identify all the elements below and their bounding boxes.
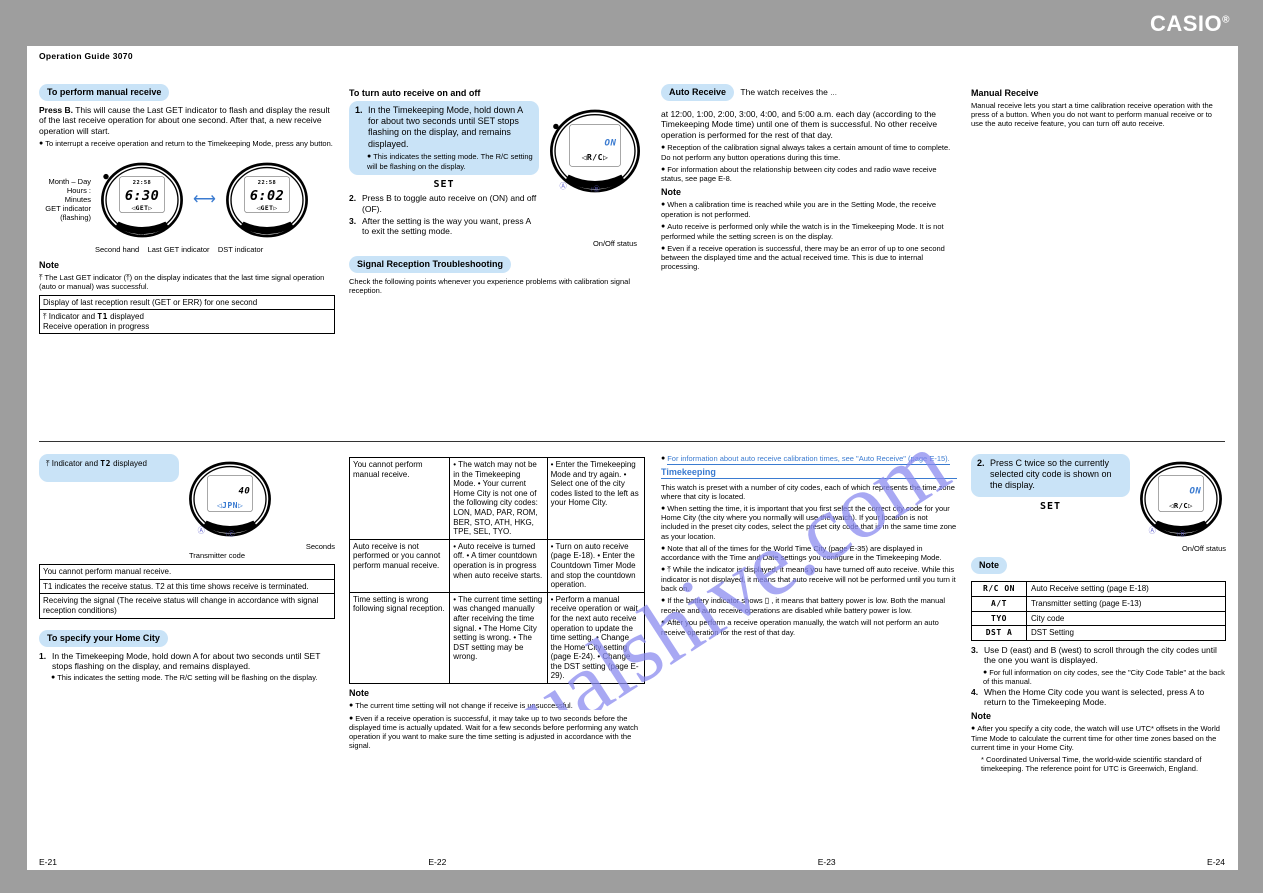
svg-text:◁R/C▷: ◁R/C▷ (582, 152, 609, 162)
b2-note-head: Note (349, 688, 645, 699)
c3-p1: at 12:00, 1:00, 2:00, 3:00, 4:00, and 5:… (661, 109, 957, 140)
c3-note-head: Note (661, 187, 957, 198)
manual-receive-head: Manual Receive (971, 88, 1226, 99)
svg-text:↑Ⓑ: ↑Ⓑ (1176, 530, 1186, 538)
page-numbers: E-21 E-22 E-23 E-24 (39, 857, 1225, 867)
settings-table: R/C ONAuto Receive setting (page E-18) A… (971, 581, 1226, 641)
svg-text:ON: ON (1190, 487, 1202, 497)
watch-illustration-rc: ON ◁R/C▷ Ⓐ ↑Ⓑ (545, 101, 645, 201)
c1-status-table: Display of last reception result (GET or… (39, 295, 335, 335)
col-4-top: Manual Receive Manual receive lets you s… (971, 84, 1226, 131)
col-1-top: To perform manual receive Press B. This … (39, 84, 335, 337)
svg-text:Ⓐ: Ⓐ (1149, 526, 1156, 535)
col-1-bottom: ⤒ Indicator and T2 displayed 40 ◁JPN▷ Ⓐ … (39, 454, 335, 683)
trouble-table-2: You cannot perform manual receive. • The… (349, 457, 645, 684)
svg-text:6:02: 6:02 (250, 188, 284, 204)
troubleshooting-head: Signal Reception Troubleshooting (349, 256, 511, 273)
watch-illustration-right: 22:58 6:02 ◁GET▷ (222, 155, 312, 245)
annot-onoff2: On/Off status (971, 544, 1226, 553)
troubleshoot-table: You cannot perform manual receive. T1 in… (39, 564, 335, 618)
c1-bullet1: To interrupt a receive operation and ret… (39, 139, 335, 149)
home-city-head: To specify your Home City (39, 630, 168, 647)
page-divider (39, 441, 1225, 442)
col-2-top: To turn auto receive on and off 1.In the… (349, 84, 645, 298)
annot-month-day: Month – Day (39, 177, 91, 186)
svg-text:22:58: 22:58 (133, 179, 151, 185)
annot-hm: Hours : Minutes (39, 186, 91, 204)
c4-p: Manual receive lets you start a time cal… (971, 101, 1226, 128)
svg-text:◁R/C▷: ◁R/C▷ (1169, 501, 1193, 510)
svg-text:Ⓐ: Ⓐ (198, 526, 205, 535)
svg-text:↑Ⓑ: ↑Ⓑ (590, 185, 600, 193)
auto-receive-head: Auto Receive (661, 84, 734, 101)
col-3-bottom: For information about auto receive calib… (661, 454, 957, 640)
svg-text:ON: ON (605, 139, 617, 149)
annot-lastget: Last GET indicator (148, 245, 210, 254)
watch-illustration-left: 22:58 6:30 ◁GET▷ Ⓑ (97, 155, 187, 245)
annot-dst: DST indicator (218, 245, 263, 254)
c3-n3: Even if a receive operation is successfu… (661, 244, 957, 272)
brand-logo: CASIO® (1150, 11, 1230, 37)
col-2-bottom: You cannot perform manual receive. • The… (349, 454, 645, 754)
svg-text:◁JPN▷: ◁JPN▷ (217, 500, 244, 510)
svg-text:↑Ⓒ: ↑Ⓒ (225, 530, 235, 538)
svg-text:22:58: 22:58 (258, 179, 276, 185)
col-3-top: Auto Receive The watch receives the … at… (661, 84, 957, 275)
c3-n2: Auto receive is performed only while the… (661, 222, 957, 241)
watch-illustration-rc2: ON ◁R/C▷ Ⓐ ↑Ⓑ (1136, 454, 1226, 544)
b4-note-head: Note (971, 711, 1226, 722)
c3-p2: Reception of the calibration signal alwa… (661, 143, 957, 162)
c2-head: To turn auto receive on and off (349, 88, 645, 99)
set-indicator: SET (433, 179, 454, 190)
annot-seconds: Seconds (306, 542, 335, 551)
ops-guide-title: Operation Guide 3070 (39, 51, 133, 61)
timekeeping-head: Timekeeping (661, 467, 957, 479)
svg-text:◁GET▷: ◁GET▷ (131, 204, 152, 211)
annot-transmitter: Transmitter code (189, 551, 335, 560)
watch-illustration-jpn: 40 ◁JPN▷ Ⓐ ↑Ⓒ (185, 454, 275, 544)
set-indicator-2: SET (1040, 501, 1061, 512)
arrow-left-right-icon: ⟷ (193, 190, 216, 210)
svg-text:Ⓐ: Ⓐ (560, 181, 568, 190)
receive-indicator-icon: ⤒ (39, 273, 43, 282)
svg-text:40: 40 (239, 487, 251, 497)
annot-second-hand: Second hand (95, 245, 139, 254)
c1-step-head: To perform manual receive (39, 84, 169, 101)
svg-text:Ⓑ: Ⓑ (138, 229, 145, 238)
c1-note-head: Note (39, 260, 335, 271)
svg-text:6:30: 6:30 (125, 188, 159, 204)
manual-page-frame: Operation Guide 3070 Auto Receive The wa… (27, 46, 1238, 870)
svg-text:◁GET▷: ◁GET▷ (256, 204, 277, 211)
annot-get-flash: GET indicator (flashing) (39, 204, 91, 222)
c3-n1: When a calibration time is reached while… (661, 200, 957, 219)
c3-p3: For information about the relationship b… (661, 165, 957, 184)
annot-onoff: On/Off status (349, 239, 637, 248)
col-4-bottom: 2.Press C twice so the currently selecte… (971, 454, 1226, 776)
c2-sig1: Check the following points whenever you … (349, 277, 645, 295)
